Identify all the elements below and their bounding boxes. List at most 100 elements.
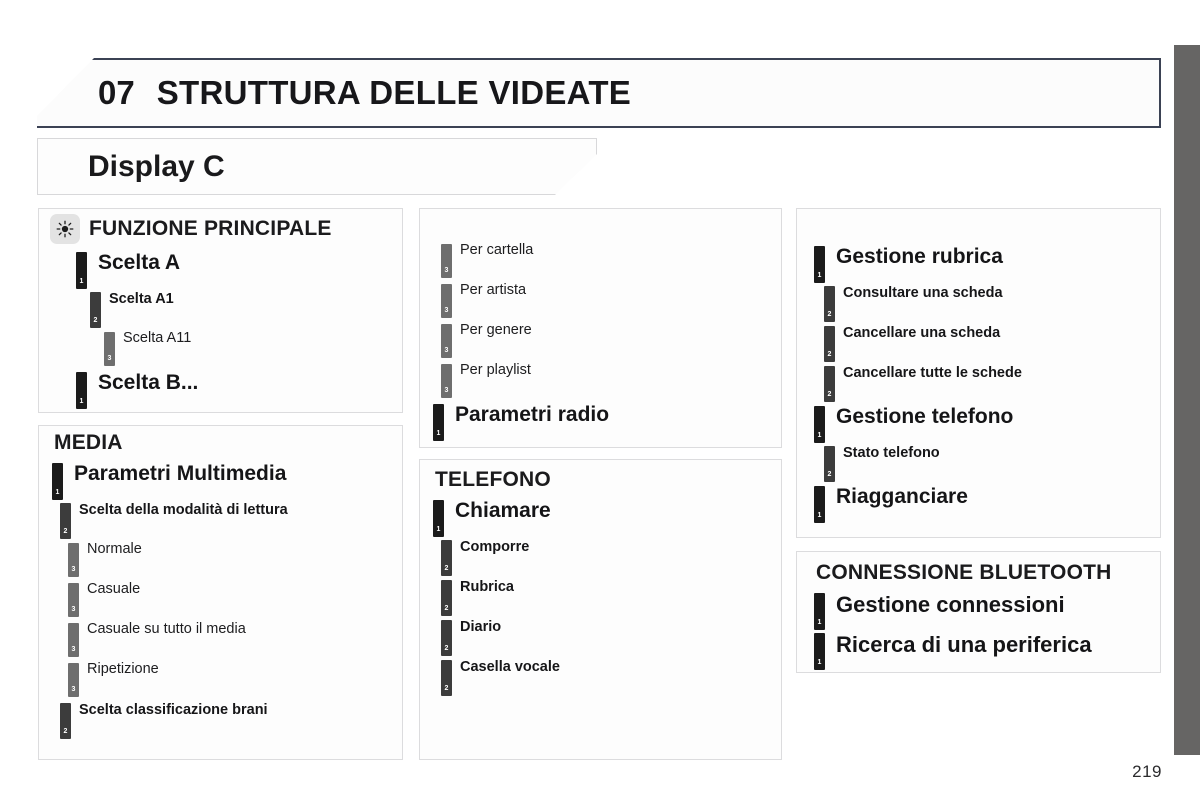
- tree-item-stato-telefono[interactable]: 2 Stato telefono: [824, 445, 1161, 482]
- level-2-marker: 2: [60, 503, 71, 539]
- level-1-marker: 1: [76, 372, 87, 409]
- section-heading-label: TELEFONO: [435, 468, 551, 491]
- tree-item-rubrica[interactable]: 2 Rubrica: [441, 579, 782, 616]
- section-heading-label: FUNZIONE PRINCIPALE: [89, 217, 332, 240]
- tree-item-normale[interactable]: 3 Normale: [68, 541, 403, 577]
- tree-item-label: Scelta A1: [109, 291, 174, 307]
- page-number: 219: [1132, 762, 1162, 781]
- tree-item-label: Chiamare: [455, 499, 551, 522]
- tree-item-per-cartella[interactable]: 3 Per cartella: [441, 242, 782, 278]
- tree-item-label: Riagganciare: [836, 485, 968, 508]
- level-3-marker: 3: [441, 324, 452, 358]
- tree-item-gestione-rubrica[interactable]: 1 Gestione rubrica: [814, 245, 1161, 283]
- tree-item-label: Comporre: [460, 539, 530, 555]
- tree-item-per-genere[interactable]: 3 Per genere: [441, 322, 782, 358]
- tree-item-ripetizione[interactable]: 3 Ripetizione: [68, 661, 403, 697]
- tree-item-label: Parametri Multimedia: [74, 462, 287, 485]
- tree-funzione-principale: FUNZIONE PRINCIPALE 1 Scelta A 2 Scelta A1 3 S…: [38, 214, 403, 412]
- tree-item-label: Gestione connessioni: [836, 592, 1065, 617]
- tree-item-label: Cancellare tutte le schede: [843, 365, 1022, 381]
- tree-item-label: Gestione telefono: [836, 405, 1014, 428]
- level-1-marker: 1: [814, 246, 825, 283]
- tree-item-gestione-telefono[interactable]: 1 Gestione telefono: [814, 405, 1161, 443]
- tree-item-label: Cancellare una scheda: [843, 325, 1001, 341]
- tree-item-label: Ripetizione: [87, 661, 159, 677]
- chapter-number: 07: [98, 74, 135, 111]
- tree-item-cancellare-una-scheda[interactable]: 2 Cancellare una scheda: [824, 325, 1161, 362]
- tree-item-scelta-a[interactable]: 1 Scelta A: [76, 251, 403, 289]
- level-3-marker: 3: [441, 284, 452, 318]
- chapter-title: STRUTTURA DELLE VIDEATE: [156, 74, 632, 111]
- level-1-marker: 1: [433, 500, 444, 537]
- level-2-marker: 2: [441, 620, 452, 656]
- tree-item-label: Gestione rubrica: [836, 245, 1003, 268]
- tree-item-label: Per playlist: [460, 362, 531, 378]
- level-3-marker: 3: [104, 332, 115, 366]
- tree-item-gestione-connessioni[interactable]: 1 Gestione connessioni: [814, 592, 1161, 630]
- level-1-marker: 1: [52, 463, 63, 500]
- tree-item-per-artista[interactable]: 3 Per artista: [441, 282, 782, 318]
- tree-item-label: Stato telefono: [843, 445, 940, 461]
- level-1-marker: 1: [814, 486, 825, 523]
- tree-item-label: Scelta della modalità di lettura: [79, 502, 288, 518]
- level-2-marker: 2: [441, 540, 452, 576]
- tree-item-label: Scelta A11: [123, 330, 192, 346]
- section-heading-funzione-principale: FUNZIONE PRINCIPALE: [50, 214, 403, 244]
- tree-item-label: Scelta classificazione brani: [79, 702, 268, 718]
- tree-item-comporre[interactable]: 2 Comporre: [441, 539, 782, 576]
- level-2-marker: 2: [60, 703, 71, 739]
- level-1-marker: 1: [76, 252, 87, 289]
- level-3-marker: 3: [441, 364, 452, 398]
- level-3-marker: 3: [68, 623, 79, 657]
- tree-telefono-continued: 1 Gestione rubrica 2 Consultare una scheda 2…: [796, 245, 1161, 526]
- tree-item-label: Per cartella: [460, 242, 534, 258]
- tree-item-scelta-b[interactable]: 1 Scelta B...: [76, 371, 403, 409]
- level-1-marker: 1: [814, 633, 825, 670]
- level-2-marker: 2: [824, 326, 835, 362]
- section-heading-telefono: TELEFONO: [435, 468, 782, 492]
- display-banner-title: Display C: [88, 149, 225, 183]
- tree-item-label: Normale: [87, 541, 142, 557]
- tree-item-casuale-su-tutto-il-media[interactable]: 3 Casuale su tutto il media: [68, 621, 403, 657]
- tree-item-casuale[interactable]: 3 Casuale: [68, 581, 403, 617]
- level-1-marker: 1: [433, 404, 444, 441]
- tree-item-parametri-multimedia[interactable]: 1 Parametri Multimedia: [52, 462, 403, 500]
- tree-item-scelta-a11[interactable]: 3 Scelta A11: [104, 330, 403, 366]
- tree-item-label: Consultare una scheda: [843, 285, 1003, 301]
- tree-item-label: Casuale su tutto il media: [87, 621, 246, 637]
- tree-item-parametri-radio[interactable]: 1 Parametri radio: [433, 403, 782, 441]
- tree-item-cancellare-tutte-le-schede[interactable]: 2 Cancellare tutte le schede: [824, 365, 1161, 402]
- section-heading-connessione-bluetooth: CONNESSIONE BLUETOOTH: [816, 561, 1161, 585]
- level-1-marker: 1: [814, 406, 825, 443]
- tree-item-consultare-una-scheda[interactable]: 2 Consultare una scheda: [824, 285, 1161, 322]
- tree-item-scelta-della-modalita-di-lettura[interactable]: 2 Scelta della modalità di lettura: [60, 502, 403, 539]
- tree-item-riagganciare[interactable]: 1 Riagganciare: [814, 485, 1161, 523]
- sun-icon: [50, 214, 80, 244]
- tree-item-ricerca-di-una-periferica[interactable]: 1 Ricerca di una periferica: [814, 632, 1161, 670]
- level-2-marker: 2: [824, 366, 835, 402]
- tree-item-per-playlist[interactable]: 3 Per playlist: [441, 362, 782, 398]
- section-heading-media: MEDIA: [54, 431, 403, 455]
- tree-item-label: Per artista: [460, 282, 527, 298]
- level-2-marker: 2: [824, 286, 835, 322]
- section-heading-label: MEDIA: [54, 431, 123, 454]
- level-2-marker: 2: [824, 446, 835, 482]
- level-3-marker: 3: [68, 543, 79, 577]
- level-3-marker: 3: [68, 583, 79, 617]
- tree-item-diario[interactable]: 2 Diario: [441, 619, 782, 656]
- tree-item-casella-vocale[interactable]: 2 Casella vocale: [441, 659, 782, 696]
- tree-item-scelta-classificazione-brani[interactable]: 2 Scelta classificazione brani: [60, 702, 403, 739]
- tree-media-continued: 3 Per cartella 3 Per artista 3 Per genere 3 Per…: [419, 242, 782, 444]
- level-1-marker: 1: [814, 593, 825, 630]
- tree-item-label: Scelta A: [98, 251, 181, 274]
- tree-item-label: Rubrica: [460, 579, 514, 595]
- tree-connessione-bluetooth: CONNESSIONE BLUETOOTH 1 Gestione connessio…: [796, 561, 1161, 673]
- tree-item-scelta-a1[interactable]: 2 Scelta A1: [90, 291, 403, 328]
- level-3-marker: 3: [68, 663, 79, 697]
- section-heading-label: CONNESSIONE BLUETOOTH: [816, 561, 1112, 584]
- tree-item-chiamare[interactable]: 1 Chiamare: [433, 499, 782, 537]
- tree-item-label: Casuale: [87, 581, 141, 597]
- tree-item-label: Parametri radio: [455, 403, 610, 426]
- tree-item-label: Per genere: [460, 322, 532, 338]
- tree-telefono: TELEFONO 1 Chiamare 2 Comporre 2 Rubrica 2 Diari…: [419, 468, 782, 700]
